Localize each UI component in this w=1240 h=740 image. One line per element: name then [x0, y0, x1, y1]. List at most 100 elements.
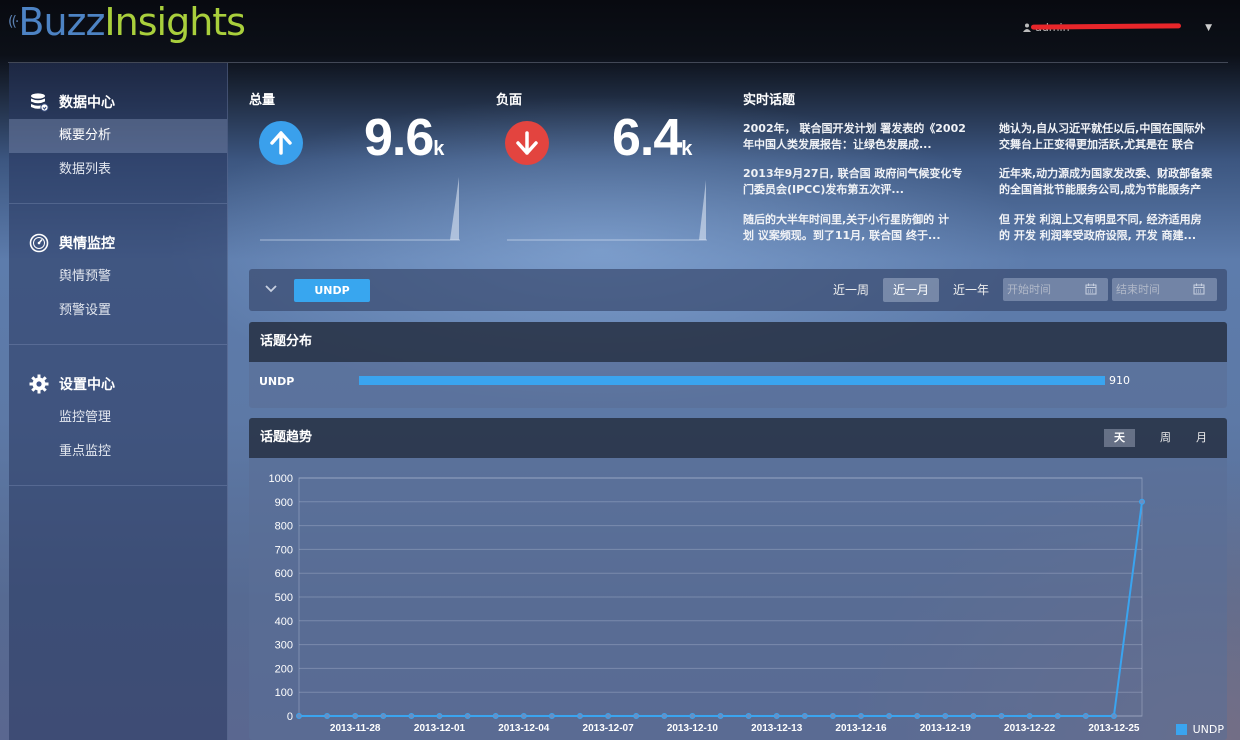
series-line — [299, 501, 1143, 717]
legend-label: UNDP — [1192, 723, 1224, 736]
data-point — [886, 713, 893, 719]
chevron-down-icon[interactable] — [263, 281, 279, 297]
data-point — [548, 713, 555, 719]
news-item[interactable]: 随后的大半年时间里,关于小行星防御的 计划 议案频现。到了11月, 联合国 终于… — [743, 212, 979, 244]
total-title: 总量 — [249, 93, 276, 108]
data-point — [1110, 713, 1117, 719]
sidebar-group-monitoring: 舆情监控 舆情预警 预警设置 — [9, 204, 227, 345]
news-line: 的 开发 利润率受政府设限, 开发 商建... — [999, 229, 1197, 242]
news-line: 划 议案频现。到了11月, 联合国 终于... — [743, 229, 941, 242]
y-tick-label: 400 — [275, 616, 293, 628]
total-value: 9.6k — [364, 108, 444, 168]
negative-value: 6.4k — [612, 108, 692, 168]
sidebar-item-alerts[interactable]: 舆情预警 — [9, 260, 227, 294]
news-line: 门委员会(IPCC)发布第五次评... — [743, 183, 904, 196]
sidebar-item-data-list[interactable]: 数据列表 — [9, 153, 227, 187]
signal-icon: ((· — [8, 14, 19, 30]
distribution-label: UNDP — [259, 375, 295, 388]
distribution-value: 910 — [1109, 374, 1130, 387]
negative-title: 负面 — [496, 93, 523, 108]
sidebar-heading-label: 数据中心 — [59, 95, 115, 111]
sidebar-item-key-monitoring[interactable]: 重点监控 — [9, 435, 227, 469]
range-week[interactable]: 近一周 — [823, 278, 879, 302]
user-menu[interactable]: admin ▼ — [1023, 21, 1212, 34]
news-line: 年中国人类发展报告：让绿色发展成... — [743, 138, 932, 151]
sidebar: 数据中心 概要分析 数据列表 舆情监控 舆情预警 预警设置 设置中心 监控管理 … — [9, 63, 228, 740]
data-point — [829, 713, 836, 719]
news-item[interactable]: 2002年， 联合国开发计划 署发表的《2002 年中国人类发展报告：让绿色发展成… — [743, 121, 979, 153]
topic-tag-undp[interactable]: UNDP — [294, 279, 370, 302]
news-item[interactable]: 近年来,动力源成为国家发改委、财政部备案 的全国首批节能服务公司,成为节能服务产 — [999, 166, 1235, 198]
sidebar-heading-settings[interactable]: 设置中心 — [9, 367, 227, 401]
gear-icon — [29, 374, 49, 394]
x-tick-label: 2013-12-13 — [751, 723, 803, 734]
negative-unit: k — [681, 138, 693, 160]
sidebar-heading-data-center[interactable]: 数据中心 — [9, 85, 227, 119]
x-tick-label: 2013-12-07 — [583, 723, 635, 734]
data-point — [1026, 713, 1033, 719]
caret-down-icon[interactable]: ▼ — [1205, 23, 1212, 33]
app-logo[interactable]: ((· Buzz Insights — [8, 0, 246, 44]
y-tick-label: 600 — [275, 568, 293, 580]
arrow-up-icon — [259, 121, 303, 165]
y-tick-label: 800 — [275, 521, 293, 533]
legend-swatch — [1175, 724, 1187, 735]
news-item[interactable]: 但 开发 利润上又有明显不同, 经济适用房的 开发 利润率受政府设限, 开发 商… — [999, 212, 1235, 244]
y-tick-label: 700 — [275, 544, 293, 556]
news-line: 2002年， 联合国开发计划 署发表的《2002 — [743, 122, 966, 135]
calendar-icon[interactable] — [1085, 283, 1097, 295]
logo-text-insights: Insights — [104, 0, 246, 44]
data-point — [1082, 713, 1089, 719]
gauge-icon — [29, 233, 49, 253]
negative-sparkline — [507, 180, 707, 241]
y-tick-label: 300 — [275, 640, 293, 652]
data-point — [773, 713, 780, 719]
trend-title: 话题趋势 — [260, 430, 313, 445]
data-point — [520, 713, 527, 719]
granularity-month[interactable]: 月 — [1186, 429, 1217, 447]
granularity-week[interactable]: 周 — [1150, 429, 1181, 447]
trend-panel: 话题趋势 天 周 月 0 100 200 300 400 500 600 700 800 900 1… — [249, 418, 1227, 740]
data-point — [858, 713, 864, 719]
sidebar-item-monitor-management[interactable]: 监控管理 — [9, 401, 227, 435]
x-tick-label: 2013-11-28 — [330, 723, 381, 734]
sidebar-heading-monitoring[interactable]: 舆情监控 — [9, 226, 227, 260]
data-point — [352, 713, 359, 719]
x-tick-label: 2013-12-04 — [498, 723, 550, 734]
data-point — [1139, 498, 1145, 505]
range-month[interactable]: 近一月 — [883, 278, 940, 302]
total-unit: k — [433, 138, 445, 160]
data-point — [801, 713, 808, 719]
sidebar-item-overview[interactable]: 概要分析 — [9, 119, 227, 153]
chart-legend[interactable]: UNDP — [1175, 723, 1224, 736]
news-item[interactable]: 她认为,自从习近平就任以后,中国在国际外 交舞台上正变得更加活跃,尤其是在 联合 — [999, 121, 1235, 153]
granularity-day[interactable]: 天 — [1104, 429, 1135, 447]
database-icon — [31, 93, 49, 112]
sidebar-heading-label: 设置中心 — [59, 377, 115, 393]
total-number: 9.6 — [364, 109, 434, 167]
x-tick-label: 2013-12-16 — [835, 723, 887, 734]
data-point — [942, 713, 949, 719]
y-tick-label: 200 — [275, 663, 293, 675]
news-item[interactable]: 2013年9月27日, 联合国 政府间气候变化专 门委员会(IPCC)发布第五次评… — [743, 166, 979, 198]
trend-chart: 0 100 200 300 400 500 600 700 800 900 1000 2013-11-… — [269, 473, 1145, 734]
x-tick-label: 2013-12-01 — [414, 723, 466, 734]
y-tick-label: 0 — [287, 711, 293, 723]
data-point — [296, 713, 302, 719]
filter-bar: UNDP 近一周 近一月 近一年 — [249, 269, 1227, 311]
sidebar-group-data-center: 数据中心 概要分析 数据列表 — [9, 63, 227, 204]
trend-header: 话题趋势 天 周 月 — [249, 418, 1227, 458]
calendar-icon[interactable] — [1193, 283, 1205, 295]
distribution-bar[interactable] — [359, 376, 1105, 385]
y-tick-label: 1000 — [269, 473, 293, 485]
trend-body: 0 100 200 300 400 500 600 700 800 900 1000 2013-11-… — [249, 458, 1227, 740]
news-line: 近年来,动力源成为国家发改委、财政部备案 — [999, 167, 1213, 180]
sidebar-group-settings: 设置中心 监控管理 重点监控 — [9, 345, 227, 486]
sidebar-item-alert-settings[interactable]: 预警设置 — [9, 294, 227, 328]
y-tick-label: 500 — [275, 592, 293, 604]
x-tick-label: 2013-12-19 — [920, 723, 972, 734]
data-point — [689, 713, 696, 719]
range-year[interactable]: 近一年 — [943, 278, 999, 302]
user-icon — [1023, 23, 1032, 32]
news-line: 她认为,自从习近平就任以后,中国在国际外 — [999, 122, 1206, 135]
